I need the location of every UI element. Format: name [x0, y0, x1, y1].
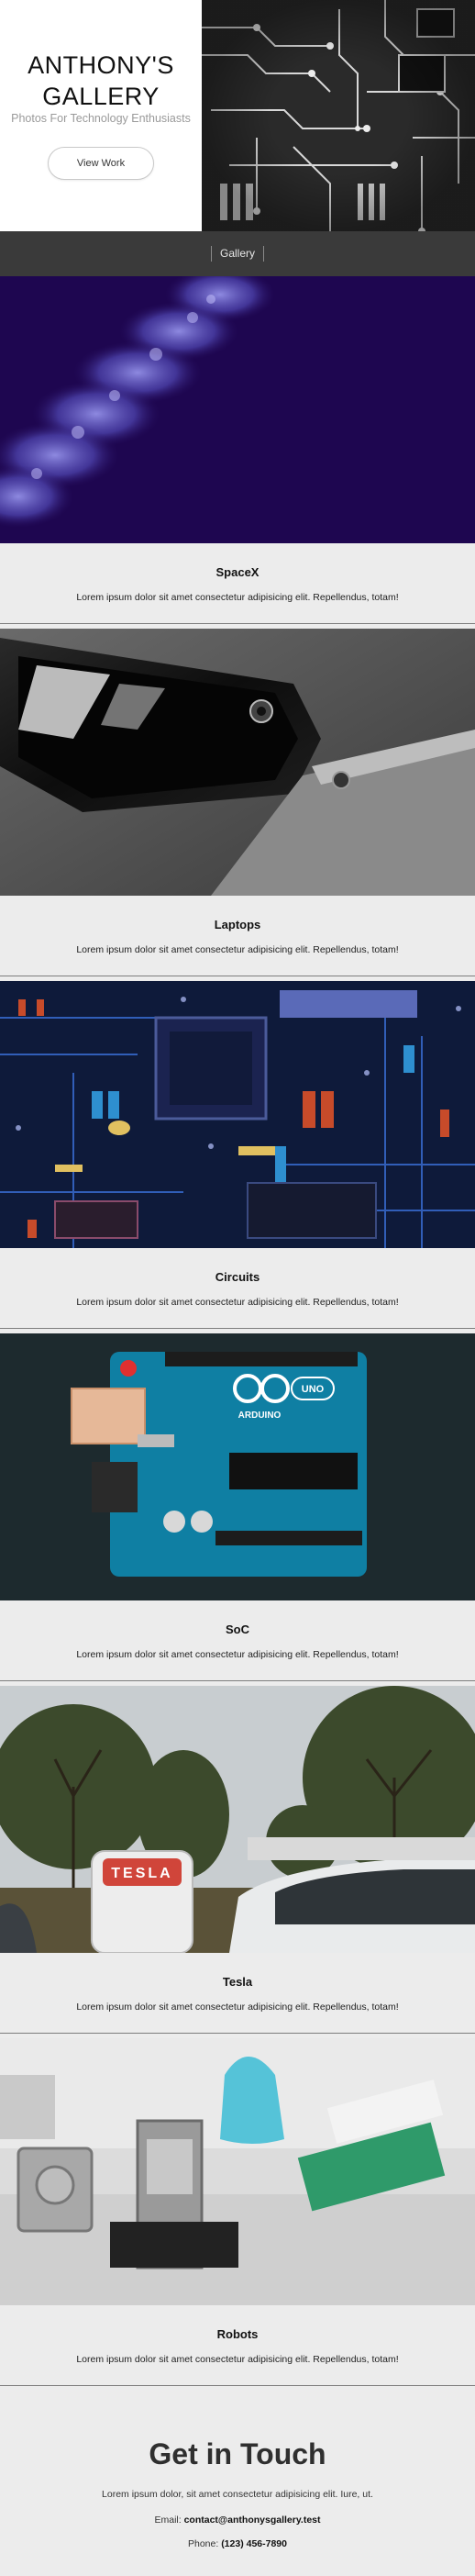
gallery-item-text: Lorem ipsum dolor sit amet consectetur a…: [76, 2354, 399, 2365]
phone-value[interactable]: (123) 456-7890: [221, 2538, 287, 2549]
gallery-item-text: Lorem ipsum dolor sit amet consectetur a…: [76, 592, 399, 603]
site-title-line1: ANTHONY'S: [28, 51, 174, 79]
gallery-item-title: Tesla: [222, 1975, 253, 1989]
hero-text-block: ANTHONY'S GALLERY Photos For Technology …: [0, 0, 202, 231]
gallery-item-circuits: Circuits Lorem ipsum dolor sit amet cons…: [0, 981, 475, 1333]
gallery-image-laptops: [0, 629, 475, 896]
email-label: Email:: [154, 2515, 182, 2526]
site-subtitle: Photos For Technology Enthusiasts: [11, 112, 191, 125]
top-nav: Gallery: [0, 231, 475, 276]
view-work-button[interactable]: View Work: [48, 147, 154, 180]
gallery-item-title: Laptops: [214, 918, 261, 931]
gallery-caption: SoC Lorem ipsum dolor sit amet consectet…: [0, 1600, 475, 1681]
gallery-item-tesla: TESLA Tesla Lorem ipsum dolor sit amet c…: [0, 1686, 475, 2038]
gallery-item-spacex: SpaceX Lorem ipsum dolor sit amet consec…: [0, 276, 475, 629]
gallery-image-spacex: [0, 276, 475, 543]
site-title: ANTHONY'S GALLERY: [0, 50, 202, 112]
gallery-image-tesla: TESLA: [0, 1686, 475, 1953]
gallery-caption: SpaceX Lorem ipsum dolor sit amet consec…: [0, 543, 475, 624]
contact-email: Email: contact@anthonysgallery.test: [0, 2515, 475, 2526]
gallery-caption: Tesla Lorem ipsum dolor sit amet consect…: [0, 1953, 475, 2034]
contact-section: Get in Touch Lorem ipsum dolor, sit amet…: [0, 2386, 475, 2576]
gallery-item-text: Lorem ipsum dolor sit amet consectetur a…: [76, 2002, 399, 2013]
contact-text: Lorem ipsum dolor, sit amet consectetur …: [102, 2489, 373, 2500]
contact-phone: Phone: (123) 456-7890: [0, 2538, 475, 2549]
gallery-image-circuits: [0, 981, 475, 1248]
gallery-image-robots: [0, 2038, 475, 2305]
gallery-caption: Circuits Lorem ipsum dolor sit amet cons…: [0, 1248, 475, 1329]
gallery-image-soc: ARDUINO UNO: [0, 1333, 475, 1600]
gallery-item-title: Robots: [216, 2327, 259, 2341]
gallery-item-laptops: Laptops Lorem ipsum dolor sit amet conse…: [0, 629, 475, 981]
nav-link-gallery[interactable]: Gallery: [211, 246, 264, 262]
svg-text:ARDUINO: ARDUINO: [238, 1411, 282, 1421]
contact-title: Get in Touch: [149, 2437, 326, 2470]
gallery-caption: Robots Lorem ipsum dolor sit amet consec…: [0, 2305, 475, 2386]
email-value[interactable]: contact@anthonysgallery.test: [184, 2515, 321, 2526]
gallery-item-text: Lorem ipsum dolor sit amet consectetur a…: [76, 1297, 399, 1308]
hero-section: ANTHONY'S GALLERY Photos For Technology …: [0, 0, 475, 231]
site-title-line2: GALLERY: [42, 83, 160, 110]
gallery-item-title: Circuits: [215, 1270, 260, 1284]
gallery-caption: Laptops Lorem ipsum dolor sit amet conse…: [0, 896, 475, 976]
svg-text:TESLA: TESLA: [111, 1866, 172, 1881]
svg-text:UNO: UNO: [302, 1384, 325, 1395]
gallery-item-robots: Robots Lorem ipsum dolor sit amet consec…: [0, 2038, 475, 2391]
hero-circuit-image: [202, 0, 475, 231]
phone-label: Phone:: [187, 2538, 219, 2549]
gallery-item-soc: ARDUINO UNO SoC Lorem ipsum dolor sit am…: [0, 1333, 475, 1686]
gallery-item-text: Lorem ipsum dolor sit amet consectetur a…: [76, 944, 399, 955]
gallery-item-text: Lorem ipsum dolor sit amet consectetur a…: [76, 1649, 399, 1660]
gallery-item-title: SoC: [226, 1623, 249, 1636]
gallery-item-title: SpaceX: [215, 565, 260, 579]
